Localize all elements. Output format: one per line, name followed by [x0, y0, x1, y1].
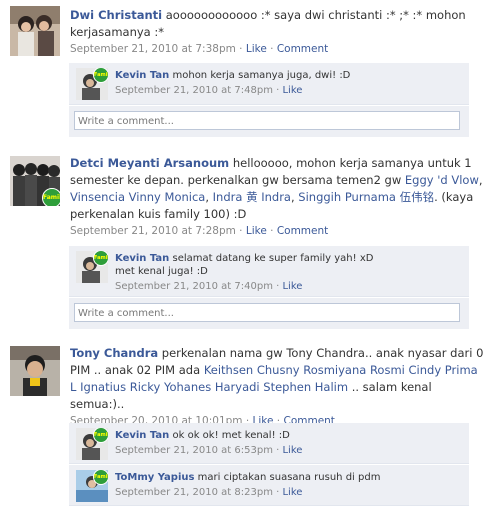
tagged-friend-link[interactable]: Stephen Halim [263, 380, 348, 394]
separator: · [235, 225, 246, 237]
comment-avatar[interactable]: Family [76, 68, 108, 100]
post-timestamp: September 21, 2010 at 7:28pm [70, 225, 236, 237]
post-meta: September 21, 2010 at 7:28pm · Like · Co… [70, 224, 486, 238]
separator: , [205, 190, 213, 204]
comment-text: mohon kerja samanya juga, dwi! :D [169, 70, 351, 81]
tagged-friend-link[interactable]: Keithsen Chusny [204, 363, 300, 377]
comment-item: Family Kevin Tan selamat datang ke super… [69, 246, 469, 297]
comment-text: met kenal juga! :D [115, 266, 208, 277]
separator: , [478, 173, 483, 187]
family-badge-icon: Family [93, 251, 108, 266]
family-badge-icon: Family [93, 68, 108, 83]
family-badge-icon: Family [42, 188, 60, 206]
separator: · [266, 225, 277, 237]
comment-item: Family Kevin Tan mohon kerja samanya jug… [69, 63, 469, 105]
tagged-friend-link[interactable]: Singgih Purnama 伍伟铭 [298, 190, 434, 204]
comment-link[interactable]: Comment [277, 43, 328, 55]
tagged-friend-link[interactable]: Rosmiyana Rosmi [303, 363, 405, 377]
avatar[interactable] [10, 346, 60, 396]
comment-author-link[interactable]: Kevin Tan [115, 253, 169, 264]
comment-author-link[interactable]: ToMmy Yapius [115, 472, 194, 483]
post-author-link[interactable]: Detci Meyanti Arsanoum [70, 156, 229, 170]
comment-text: selamat datang ke super family yah! xD [169, 253, 374, 264]
like-link[interactable]: Like [282, 281, 302, 292]
like-link[interactable]: Like [282, 85, 302, 96]
comment-timestamp: September 21, 2010 at 6:53pm [115, 445, 273, 456]
comment-timestamp: September 21, 2010 at 8:23pm [115, 487, 273, 498]
like-link[interactable]: Like [246, 225, 267, 237]
comment-input[interactable]: Write a comment... [74, 303, 460, 322]
comment-link[interactable]: Comment [277, 225, 328, 237]
comment-author-link[interactable]: Kevin Tan [115, 70, 169, 81]
separator: · [235, 43, 246, 55]
post-author-link[interactable]: Dwi Christanti [70, 8, 162, 22]
comment-avatar[interactable]: Family [76, 251, 108, 283]
comment-author-link[interactable]: Kevin Tan [115, 430, 169, 441]
tagged-friend-link[interactable]: Indra 黄 Indra [213, 190, 291, 204]
tagged-friend-link[interactable]: Vinsencia Vinny Monica [70, 190, 205, 204]
comment-timestamp: September 21, 2010 at 7:48pm [115, 85, 273, 96]
comment-text: ok ok ok! met kenal! :D [169, 430, 290, 441]
separator: · [266, 43, 277, 55]
post-author-link[interactable]: Tony Chandra [70, 346, 158, 360]
avatar[interactable]: Family [10, 156, 60, 206]
comment-avatar[interactable]: Family [76, 470, 108, 502]
tagged-friend-link[interactable]: Ignatius Ricky Yohanes Haryadi [80, 380, 260, 394]
comment-input[interactable]: Write a comment... [74, 111, 460, 130]
write-comment-box: Write a comment... [69, 106, 469, 137]
comment-item: Family Kevin Tan ok ok ok! met kenal! :D… [69, 423, 469, 464]
like-link[interactable]: Like [282, 487, 302, 498]
comment-item: Family ToMmy Yapius mari ciptakan suasan… [69, 465, 469, 506]
comment-avatar[interactable]: Family [76, 428, 108, 460]
avatar[interactable] [10, 6, 60, 56]
comment-text: mari ciptakan suasana rusuh di pdm [194, 472, 381, 483]
profile-photo-icon [10, 6, 60, 56]
tagged-friend-link[interactable]: Eggy 'd Vlow [405, 173, 479, 187]
post-meta: September 21, 2010 at 7:38pm · Like · Co… [70, 42, 486, 56]
family-badge-icon: Family [93, 428, 108, 443]
like-link[interactable]: Like [282, 445, 302, 456]
like-link[interactable]: Like [246, 43, 267, 55]
write-comment-box: Write a comment... [69, 298, 469, 329]
profile-photo-icon [10, 346, 60, 396]
family-badge-icon: Family [93, 470, 108, 485]
post-timestamp: September 21, 2010 at 7:38pm [70, 43, 236, 55]
comment-timestamp: September 21, 2010 at 7:40pm [115, 281, 273, 292]
